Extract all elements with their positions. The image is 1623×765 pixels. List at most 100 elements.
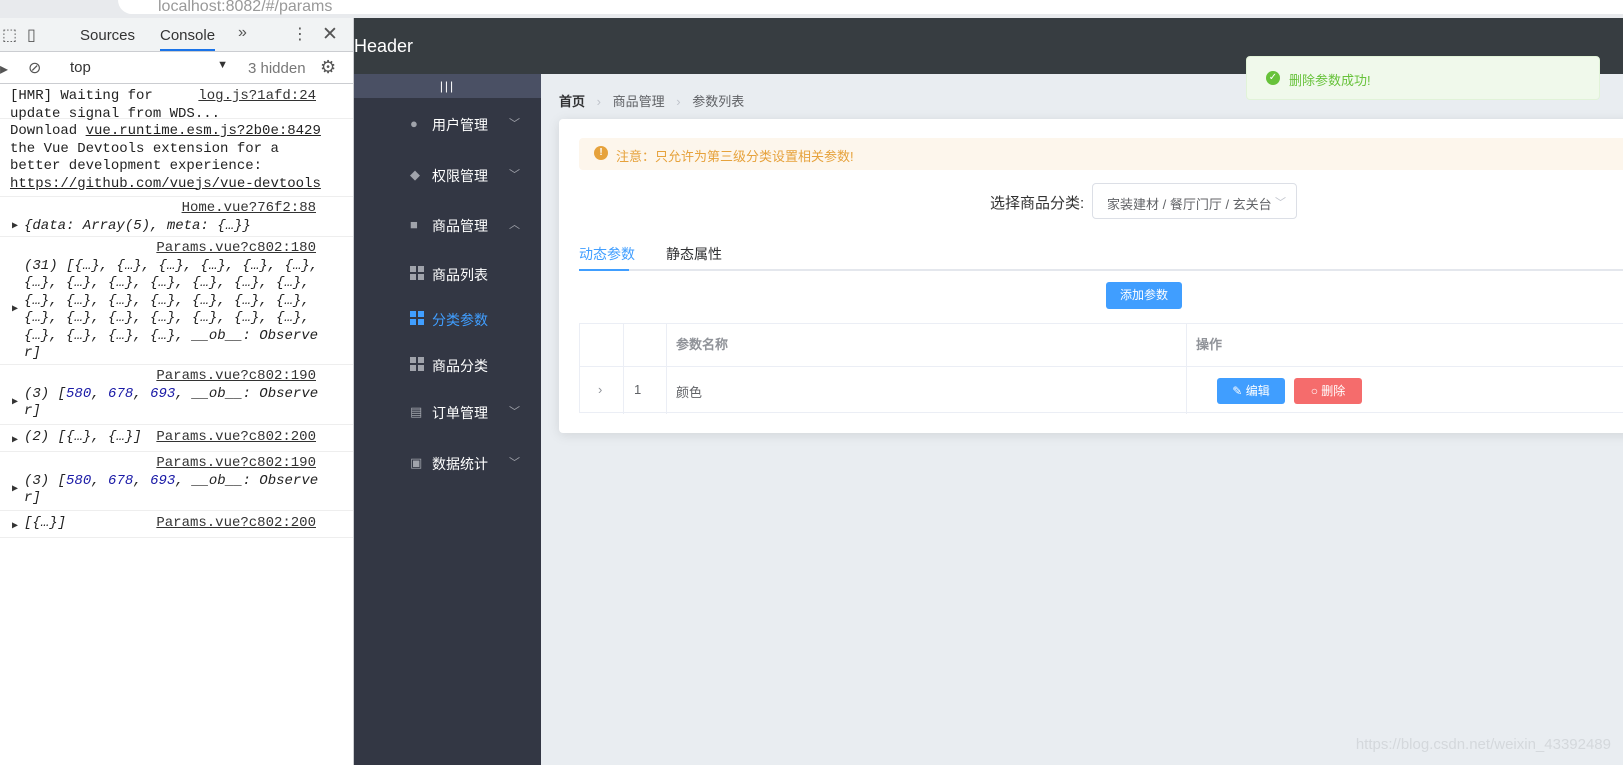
log-entry: ▶ (2) [{…}, {…}] Params.vue?c802:200 (0, 425, 353, 452)
sidebar-subitem-categories[interactable]: 商品分类 (354, 345, 541, 385)
expand-row-icon[interactable]: › (598, 382, 602, 397)
alert-text: 注意：只允许为第三级分类设置相关参数! (616, 149, 854, 164)
params-card: ! 注意：只允许为第三级分类设置相关参数! 选择商品分类: 家装建材 / 餐厅门… (559, 119, 1623, 433)
address-bar[interactable]: localhost:8082/#/params (118, 0, 1623, 15)
table-row: › 1 颜色 ✎ 编辑 ○ 删除 (580, 366, 1623, 414)
log-object: (2) [{…}, {…}] (24, 429, 142, 445)
context-value: top (70, 59, 91, 76)
tab-sources[interactable]: Sources (80, 27, 135, 44)
param-tabs: 动态参数 静态属性 (579, 234, 1623, 271)
table-header: 操作 (1196, 337, 1223, 352)
sidebar-item-label: 分类参数 (432, 312, 488, 328)
chevron-up-icon: ︿ (509, 219, 520, 231)
expand-triangle-icon[interactable]: ▶ (12, 218, 18, 236)
sidebar-subitem-goods-list[interactable]: 商品列表 (354, 254, 541, 294)
user-icon: ● (410, 116, 418, 131)
clear-console-icon[interactable]: ⊘ (28, 58, 41, 78)
sidebar-item-label: 权限管理 (432, 168, 488, 184)
log-source-link[interactable]: Params.vue?c802:200 (156, 515, 316, 533)
more-tabs-icon[interactable]: » (238, 24, 247, 42)
add-param-button[interactable]: 添加参数 (1106, 282, 1182, 309)
expand-triangle-icon[interactable]: ▶ (12, 518, 18, 536)
sidebar-item-goods[interactable]: ■ 商品管理 ︿ (354, 205, 541, 245)
log-message: Download (10, 123, 86, 139)
sidebar-item-permissions[interactable]: ◆ 权限管理 ﹀ (354, 155, 541, 195)
check-circle-icon: ✓ (1266, 71, 1280, 85)
grid-icon (410, 266, 424, 280)
console-log-list: [HMR] Waiting for update signal from WDS… (0, 84, 353, 538)
url-text: localhost:8082/#/params (158, 0, 333, 15)
gear-icon[interactable]: ⚙ (320, 57, 336, 78)
log-source-link[interactable]: vue.runtime.esm.js?2b0e:8429 (86, 123, 321, 139)
sidebar-item-label: 用户管理 (432, 117, 488, 133)
chevron-down-icon: ▼ (217, 59, 228, 71)
log-object: {data: Array(5), meta: {…}} (24, 217, 251, 234)
breadcrumb-home[interactable]: 首页 (559, 94, 585, 109)
sidebar-item-users[interactable]: ● 用户管理 ﹀ (354, 104, 541, 144)
warning-alert: ! 注意：只允许为第三级分类设置相关参数! (579, 138, 1623, 170)
chevron-down-icon: ﹀ (509, 457, 520, 469)
sidebar-item-label: 数据统计 (432, 456, 488, 472)
log-source-link[interactable]: Params.vue?c802:190 (10, 368, 341, 386)
sidebar-subitem-params[interactable]: 分类参数 (354, 299, 541, 339)
sidebar-toggle-icon[interactable]: ▸ (0, 59, 8, 79)
log-entry: Download vue.runtime.esm.js?2b0e:8429 th… (0, 119, 353, 197)
table-header: 参数名称 (676, 337, 729, 352)
sidebar-item-statistics[interactable]: ▣ 数据统计 ﹀ (354, 443, 541, 483)
chevron-right-icon: › (676, 94, 681, 109)
expand-triangle-icon[interactable]: ▶ (12, 394, 18, 412)
log-source-link[interactable]: Params.vue?c802:190 (10, 455, 341, 473)
warning-icon: ! (594, 146, 608, 160)
devtools-url-link[interactable]: https://github.com/vuejs/vue-devtools (10, 176, 321, 192)
log-source-link[interactable]: Params.vue?c802:200 (156, 429, 316, 447)
log-message-rest: the Vue Devtools extension for a better … (10, 140, 279, 175)
clipboard-icon: ▤ (410, 404, 423, 419)
chevron-right-icon: › (596, 94, 601, 109)
log-entry: Params.vue?c802:190 ▶ (3) [580, 678, 693… (0, 365, 353, 425)
devtools-tabbar: ⬚ ▯ Sources Console » ⋮ ✕ (0, 18, 353, 52)
chevron-down-icon: ﹀ (509, 406, 520, 418)
log-entry: Home.vue?76f2:88 ▶ {data: Array(5), meta… (0, 197, 353, 237)
param-name: 颜色 (676, 385, 703, 400)
sidebar-toggle-button[interactable]: ||| (354, 74, 541, 98)
search-icon: ○ (1310, 384, 1322, 398)
toast-message: 删除参数成功! (1289, 73, 1371, 88)
tab-dynamic-params[interactable]: 动态参数 (579, 244, 635, 264)
expand-triangle-icon[interactable]: ▶ (12, 481, 18, 499)
log-source-link[interactable]: log.js?1afd:24 (198, 88, 316, 106)
sidebar-item-orders[interactable]: ▤ 订单管理 ﹀ (354, 392, 541, 432)
log-message: [HMR] Waiting for update signal from WDS… (10, 88, 221, 122)
params-table: 参数名称 操作 › 1 颜色 ✎ 编辑 ○ 删除 (579, 323, 1623, 414)
console-toolbar: ▸ ⊘ top ▼ 3 hidden ⚙ (0, 52, 353, 84)
context-select[interactable]: top ▼ (62, 56, 234, 80)
sidebar-item-label: 商品分类 (432, 358, 488, 374)
breadcrumb: 首页 › 商品管理 › 参数列表 (559, 91, 752, 110)
chevron-down-icon: ﹀ (509, 118, 520, 130)
expand-triangle-icon[interactable]: ▶ (12, 432, 18, 450)
bag-icon: ■ (410, 217, 418, 232)
cascader-value: 家装建材 / 餐厅门厅 / 玄关台 (1107, 197, 1272, 212)
watermark: https://blog.csdn.net/weixin_43392489 (1355, 736, 1611, 753)
chevron-down-icon: ﹀ (509, 169, 520, 181)
log-entry: Params.vue?c802:190 ▶ (3) [580, 678, 693… (0, 452, 353, 511)
edit-button[interactable]: ✎ 编辑 (1217, 378, 1285, 404)
log-object: (31) [{…}, {…}, {…}, {…}, {…}, {…}, {…},… (24, 257, 319, 362)
expand-triangle-icon[interactable]: ▶ (12, 301, 18, 319)
box-icon: ◆ (410, 167, 420, 182)
success-toast: ✓ 删除参数成功! (1246, 56, 1600, 100)
log-source-link[interactable]: Params.vue?c802:180 (10, 240, 341, 258)
chevron-down-icon: ﹀ (1275, 197, 1286, 209)
hidden-count: 3 hidden (248, 60, 306, 77)
close-icon[interactable]: ✕ (322, 23, 338, 46)
kebab-menu-icon[interactable]: ⋮ (292, 24, 308, 44)
inspect-icon[interactable]: ⬚ (2, 25, 17, 45)
tab-console[interactable]: Console (160, 27, 216, 51)
log-source-link[interactable]: Home.vue?76f2:88 (10, 200, 341, 218)
sidebar-item-label: 商品列表 (432, 267, 488, 283)
screen: localhost:8082/#/params ⬚ ▯ Sources Cons… (0, 0, 1623, 765)
category-cascader[interactable]: 家装建材 / 餐厅门厅 / 玄关台 ﹀ (1092, 183, 1297, 219)
delete-button[interactable]: ○ 删除 (1294, 378, 1362, 404)
log-entry: [HMR] Waiting for update signal from WDS… (0, 84, 353, 122)
tab-static-attrs[interactable]: 静态属性 (666, 244, 722, 264)
device-toolbar-icon[interactable]: ▯ (27, 25, 36, 45)
